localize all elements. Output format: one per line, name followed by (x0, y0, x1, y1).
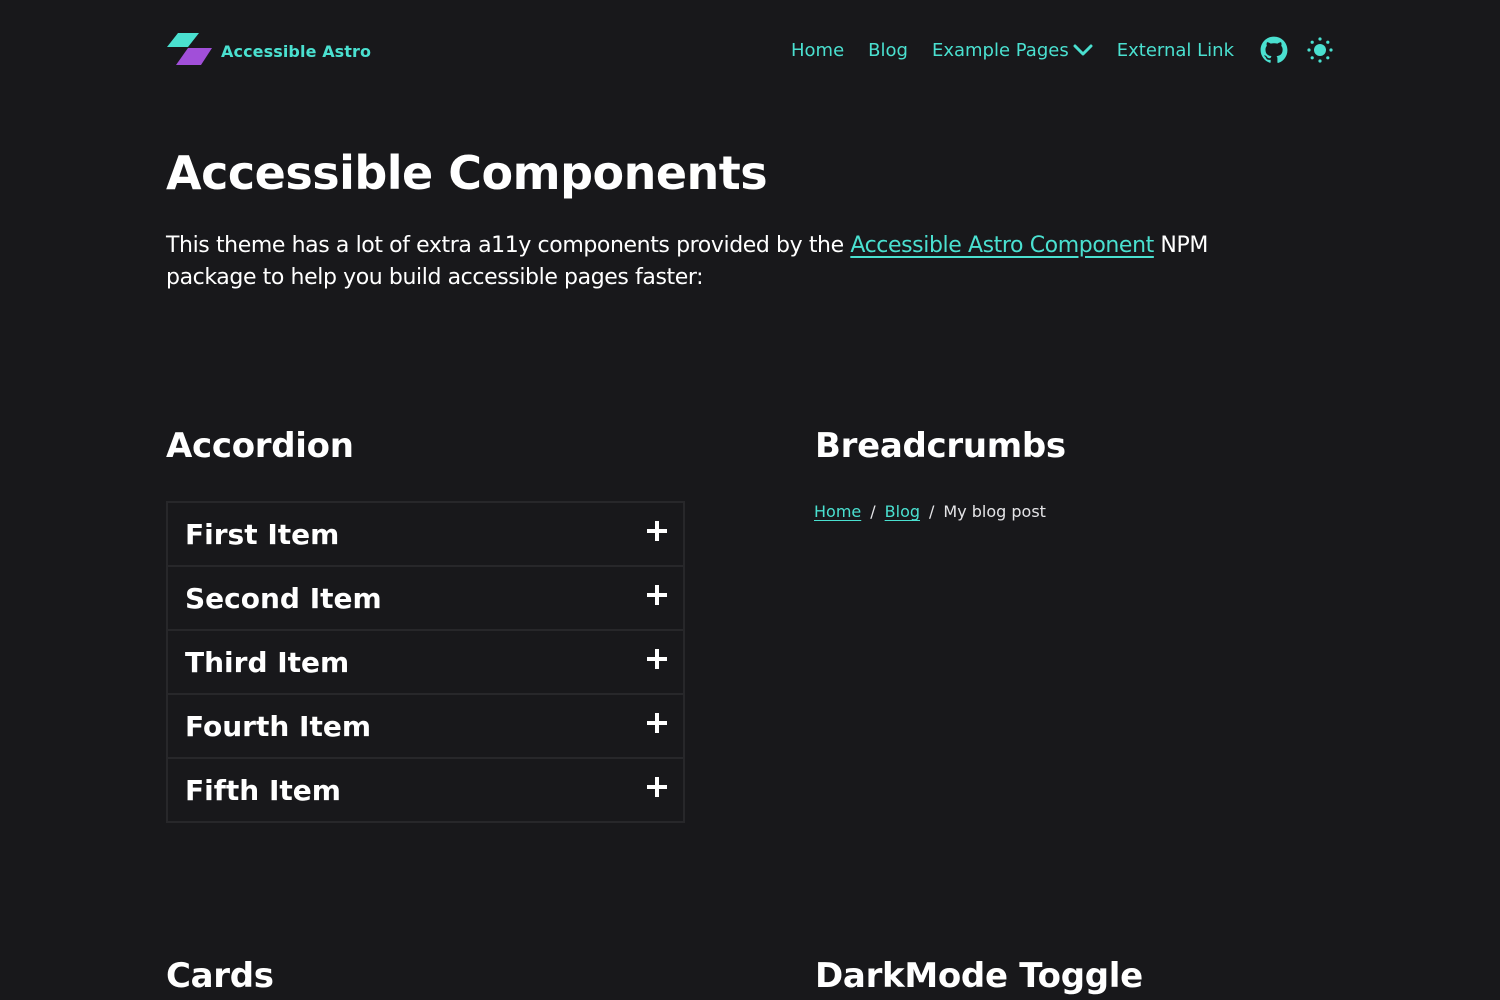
page: Accessible Astro Home Blog Example Pages… (0, 0, 1500, 1000)
plus-icon (647, 777, 667, 797)
theme-toggle-button[interactable] (1306, 36, 1334, 64)
accordion-item-label: First Item (185, 517, 340, 551)
accordion: First Item Second Item Third Item Fourth… (166, 501, 685, 823)
breadcrumb-separator: / (929, 502, 935, 521)
breadcrumb: Home / Blog / My blog post (814, 502, 1046, 521)
nav-external-link[interactable]: External Link (1117, 40, 1234, 61)
plus-icon (647, 713, 667, 733)
darkmode-toggle-heading: DarkMode Toggle (815, 956, 1143, 996)
nav-home[interactable]: Home (791, 40, 844, 61)
breadcrumbs-heading: Breadcrumbs (815, 426, 1066, 466)
page-title: Accessible Components (166, 146, 768, 200)
breadcrumb-separator: / (870, 502, 876, 521)
plus-icon (647, 521, 667, 541)
breadcrumb-current: My blog post (943, 502, 1046, 521)
main-nav: Home Blog Example Pages External Link (791, 34, 1334, 66)
accordion-item-fifth[interactable]: Fifth Item (168, 759, 683, 821)
github-icon (1260, 36, 1288, 63)
intro-before: This theme has a lot of extra a11y compo… (166, 233, 851, 258)
plus-icon (647, 649, 667, 669)
accordion-heading: Accordion (166, 426, 354, 466)
nav-example-pages[interactable]: Example Pages (932, 40, 1093, 61)
logo-link[interactable]: Accessible Astro (166, 33, 371, 67)
intro-text: This theme has a lot of extra a11y compo… (166, 230, 1296, 294)
astro-logo-icon (167, 33, 212, 65)
accessible-astro-component-link[interactable]: Accessible Astro Component (850, 233, 1154, 258)
accordion-item-third[interactable]: Third Item (168, 631, 683, 695)
chevron-down-icon (1073, 44, 1093, 56)
nav-blog[interactable]: Blog (868, 40, 908, 61)
accordion-item-label: Second Item (185, 581, 382, 615)
accordion-item-label: Fifth Item (185, 773, 341, 807)
accordion-item-label: Third Item (185, 645, 350, 679)
breadcrumb-home-link[interactable]: Home (814, 502, 861, 521)
logo-text: Accessible Astro (221, 41, 372, 61)
accordion-item-fourth[interactable]: Fourth Item (168, 695, 683, 759)
sun-icon (1307, 37, 1333, 63)
breadcrumb-blog-link[interactable]: Blog (885, 502, 920, 521)
accordion-item-first[interactable]: First Item (168, 503, 683, 567)
cards-heading: Cards (166, 956, 274, 996)
nav-example-pages-label: Example Pages (931, 39, 1069, 61)
accordion-item-label: Fourth Item (185, 709, 372, 743)
plus-icon (647, 585, 667, 605)
site-header: Accessible Astro Home Blog Example Pages… (0, 0, 1500, 100)
github-link[interactable] (1260, 36, 1288, 64)
accordion-item-second[interactable]: Second Item (168, 567, 683, 631)
